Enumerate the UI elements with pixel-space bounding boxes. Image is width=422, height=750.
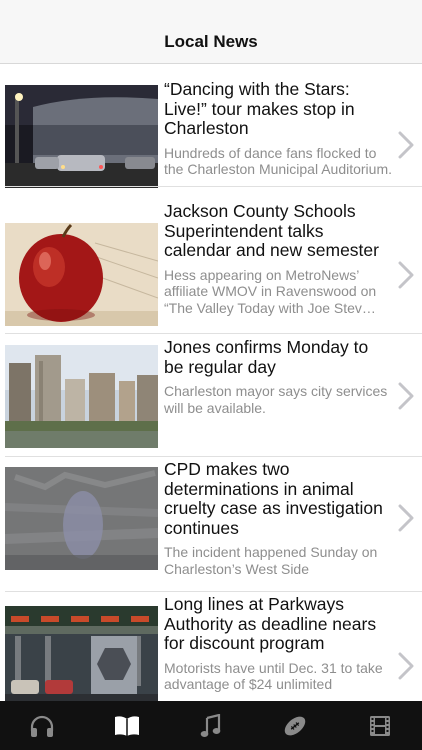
chevron-right-icon — [398, 131, 414, 159]
news-list[interactable]: “Dancing with the Stars: Live!” tour mak… — [0, 65, 422, 701]
film-icon — [369, 715, 390, 736]
chevron-right-icon — [398, 504, 414, 532]
news-thumbnail — [5, 85, 158, 188]
news-headline: Jones confirms Monday to be regular day — [164, 337, 369, 377]
news-headline: “Dancing with the Stars: Live!” tour mak… — [164, 79, 355, 138]
tab-listen[interactable] — [22, 706, 62, 746]
chevron-right-icon — [398, 382, 414, 410]
news-thumbnail — [5, 345, 158, 448]
tab-video[interactable] — [360, 706, 400, 746]
news-thumbnail — [5, 467, 158, 570]
news-text: Long lines at Parkways Authority as dead… — [164, 594, 392, 693]
news-headline: Long lines at Parkways Authority as dead… — [164, 594, 377, 653]
chevron-right-icon — [398, 652, 414, 680]
news-row[interactable]: CPD makes two determinations in animal c… — [0, 457, 422, 592]
news-headline: Jackson County Schools Superintendent ta… — [164, 201, 379, 260]
news-thumbnail — [5, 606, 158, 701]
news-text: CPD makes two determinations in animal c… — [164, 459, 392, 577]
news-text: “Dancing with the Stars: Live!” tour mak… — [164, 79, 393, 178]
navigation-bar: Local News — [0, 0, 422, 64]
tab-sports[interactable] — [275, 706, 315, 746]
news-headline: CPD makes two determinations in animal c… — [164, 459, 383, 538]
football-icon — [285, 716, 306, 735]
news-text: Jackson County Schools Superintendent ta… — [164, 201, 392, 316]
page-title: Local News — [164, 31, 258, 51]
news-row[interactable]: Long lines at Parkways Authority as dead… — [0, 594, 422, 701]
news-row[interactable]: “Dancing with the Stars: Live!” tour mak… — [0, 65, 422, 188]
divider — [5, 333, 422, 334]
news-summary: Hundreds of dance fans flocked to the Ch… — [164, 144, 393, 178]
news-text: Jones confirms Monday to be regular day … — [164, 337, 392, 416]
tab-music[interactable] — [191, 706, 231, 746]
news-thumbnail — [5, 223, 158, 326]
chevron-right-icon — [398, 261, 414, 289]
book-icon — [114, 715, 139, 736]
news-summary: The incident happened Sunday on Charlest… — [164, 544, 378, 577]
divider — [5, 591, 422, 592]
news-summary: Motorists have until Dec. 31 to take adv… — [164, 659, 383, 693]
tab-news[interactable] — [107, 706, 147, 746]
news-summary: Hess appearing on MetroNews’ affiliate W… — [164, 266, 377, 316]
music-note-icon — [200, 713, 221, 737]
headphones-icon — [31, 715, 54, 737]
news-row[interactable]: Jackson County Schools Superintendent ta… — [0, 187, 422, 334]
tab-bar — [0, 701, 422, 750]
news-row[interactable]: Jones confirms Monday to be regular day … — [0, 335, 422, 457]
news-summary: Charleston mayor says city services will… — [164, 383, 388, 416]
